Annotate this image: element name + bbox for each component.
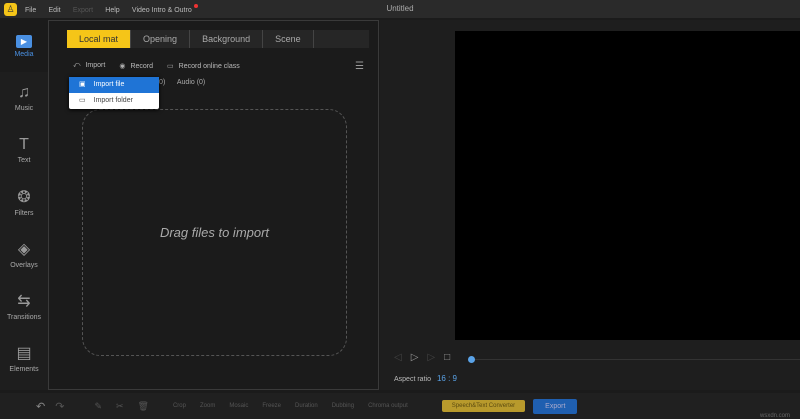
- stop-icon[interactable]: □: [444, 352, 450, 363]
- import-file-item[interactable]: ▣ Import file: [69, 77, 159, 93]
- aspect-value[interactable]: 16 : 9: [437, 374, 457, 383]
- sidebar-item-music[interactable]: ♫ Music: [0, 72, 48, 124]
- sidebar-label: Transitions: [7, 314, 41, 321]
- preview-screen: [455, 31, 800, 340]
- sidebar-label: Overlays: [10, 262, 38, 269]
- menu-file[interactable]: File: [25, 7, 36, 14]
- freeze-button[interactable]: Freeze: [262, 403, 281, 409]
- media-toolbar: ⤺ Import ◉ Record ▭ Record online class: [73, 62, 240, 70]
- duration-button[interactable]: Duration: [295, 403, 318, 409]
- overlays-icon: ◈: [17, 241, 31, 258]
- sidebar-label: Filters: [14, 210, 34, 217]
- bottom-toolbar: ↶ ↷ ✎ ✂ 🗑 Crop Zoom Mosaic Freeze Durati…: [0, 393, 800, 419]
- import-label: Import: [85, 62, 106, 69]
- sidebar-label: Music: [14, 105, 34, 112]
- media-panel: Local mat Opening Background Scene ⤺ Impo…: [48, 20, 379, 390]
- import-dropdown: ▣ Import file ▭ Import folder: [69, 77, 159, 109]
- next-frame-icon[interactable]: ▷: [427, 352, 435, 363]
- aspect-label: Aspect ratio: [394, 376, 431, 383]
- aspect-ratio: Aspect ratio 16 : 9: [394, 374, 457, 383]
- sidebar-label: Elements: [9, 366, 39, 373]
- record-button[interactable]: ◉ Record: [119, 62, 153, 70]
- tab-bar: Local mat Opening Background Scene: [67, 30, 369, 48]
- text-icon: T: [19, 136, 29, 153]
- transitions-icon: ⇆: [17, 293, 31, 310]
- list-view-icon[interactable]: ☰: [355, 61, 364, 72]
- sidebar: ▶ Media ♫ Music T Text ❂ Filters ◈ Overlays ⇆…: [0, 20, 48, 390]
- preview-panel: ◁ ▷ ▷ □ Aspect ratio 16 : 9: [380, 20, 800, 390]
- prev-frame-icon[interactable]: ◁: [394, 352, 402, 363]
- cut-icon[interactable]: ✂: [116, 401, 124, 412]
- undo-icon[interactable]: ↶: [36, 400, 45, 413]
- sidebar-item-filters[interactable]: ❂ Filters: [0, 176, 48, 228]
- file-icon: ▣: [79, 81, 86, 88]
- tab-opening[interactable]: Opening: [131, 30, 191, 48]
- export-button[interactable]: Export: [533, 398, 578, 414]
- record-label: Record: [130, 63, 154, 70]
- sidebar-item-overlays[interactable]: ◈ Overlays: [0, 228, 48, 280]
- slider-handle[interactable]: [468, 356, 475, 363]
- timeline-slider[interactable]: [470, 359, 800, 360]
- sidebar-item-text[interactable]: T Text: [0, 124, 48, 176]
- tab-scene[interactable]: Scene: [263, 30, 314, 48]
- sidebar-label: Text: [17, 157, 31, 164]
- app-logo: ♙: [4, 2, 17, 16]
- menu-bar: File Edit Export Help Video Intro & Outr…: [25, 3, 206, 14]
- elements-icon: ▤: [16, 345, 32, 362]
- menu-export[interactable]: Export: [73, 7, 93, 14]
- menu-video-intro[interactable]: Video Intro & Outro: [132, 7, 192, 14]
- sidebar-item-media[interactable]: ▶ Media: [0, 20, 48, 72]
- tab-background[interactable]: Background: [190, 30, 264, 48]
- sidebar-label: Media: [14, 50, 34, 58]
- drop-text: Drag files to import: [159, 225, 270, 240]
- edit-icon[interactable]: ✎: [94, 401, 102, 412]
- title-bar: ♙ File Edit Export Help Video Intro & Ou…: [0, 0, 800, 18]
- import-folder-label: Import folder: [93, 97, 133, 104]
- sidebar-item-transitions[interactable]: ⇆ Transitions: [0, 280, 48, 332]
- play-icon: ▶: [16, 34, 32, 48]
- monitor-icon: ▭: [167, 63, 174, 70]
- import-icon: ⤺: [73, 62, 81, 69]
- menu-edit[interactable]: Edit: [49, 7, 61, 14]
- record-icon: ◉: [119, 63, 126, 70]
- zoom-button[interactable]: Zoom: [200, 403, 215, 409]
- record-online-button[interactable]: ▭ Record online class: [167, 62, 240, 70]
- import-button[interactable]: ⤺ Import: [73, 62, 105, 70]
- watermark: wsxdn.com: [759, 413, 790, 419]
- speech-text-converter-button[interactable]: Speech&Text Converter: [441, 400, 526, 412]
- dubbing-button[interactable]: Dubbing: [332, 403, 354, 409]
- tab-local-mat[interactable]: Local mat: [67, 30, 132, 48]
- import-file-label: Import file: [93, 81, 125, 88]
- menu-help[interactable]: Help: [105, 7, 119, 14]
- sidebar-item-elements[interactable]: ▤ Elements: [0, 332, 48, 384]
- mosaic-button[interactable]: Mosaic: [229, 403, 248, 409]
- playback-controls: ◁ ▷ ▷ □: [394, 352, 450, 363]
- drop-zone[interactable]: Drag files to import: [82, 109, 347, 356]
- filters-icon: ❂: [17, 189, 31, 206]
- notification-dot: [193, 3, 198, 8]
- delete-icon[interactable]: 🗑: [138, 401, 149, 412]
- play-button-icon[interactable]: ▷: [411, 352, 419, 363]
- chroma-button[interactable]: Chroma output: [368, 403, 408, 409]
- import-folder-item[interactable]: ▭ Import folder: [69, 93, 159, 109]
- filter-audio[interactable]: Audio (0): [177, 79, 205, 86]
- music-icon: ♫: [18, 84, 30, 101]
- folder-icon: ▭: [79, 97, 86, 104]
- record-online-label: Record online class: [178, 63, 240, 70]
- redo-icon[interactable]: ↷: [55, 400, 64, 413]
- crop-button[interactable]: Crop: [173, 403, 186, 409]
